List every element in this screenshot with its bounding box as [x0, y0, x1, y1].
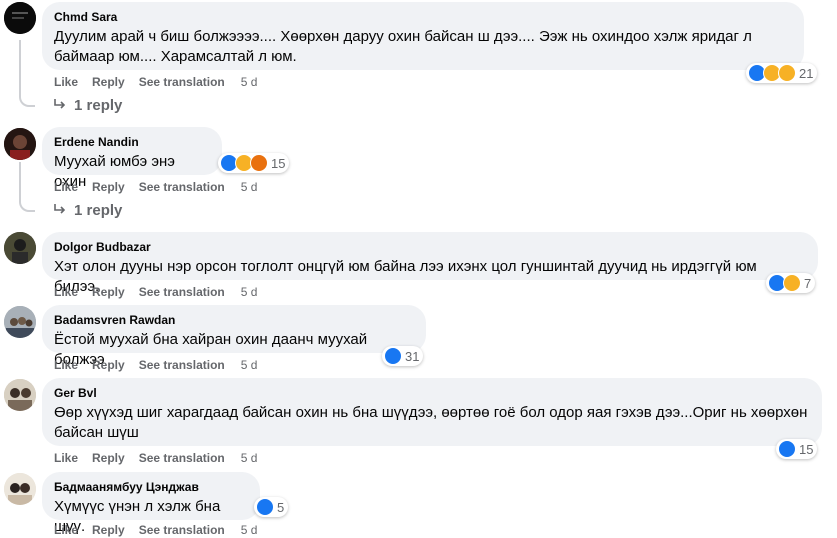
- reply-arrow-icon: [54, 97, 66, 114]
- reply-count: 1 reply: [74, 202, 123, 219]
- timestamp[interactable]: 5 d: [241, 179, 258, 195]
- reply-arrow-icon: [54, 202, 66, 219]
- comment-actions: Like Reply See translation 5 d: [54, 74, 257, 90]
- reply-count: 1 reply: [74, 97, 123, 114]
- like-reaction-icon: [778, 440, 796, 458]
- comment-bubble: Erdene Nandin Муухай юмбэ энэ охин: [42, 127, 222, 190]
- reaction-count: 31: [405, 348, 420, 364]
- timestamp[interactable]: 5 d: [241, 357, 258, 373]
- reaction-summary[interactable]: 21: [746, 63, 818, 83]
- comment-author[interactable]: Badamsvren Rawdan: [54, 312, 414, 328]
- comment-author[interactable]: Бадмаанямбуу Цэнджав: [54, 479, 248, 495]
- timestamp[interactable]: 5 d: [241, 284, 258, 300]
- reaction-count: 21: [799, 65, 814, 81]
- avatar[interactable]: [4, 2, 36, 34]
- wow-reaction-icon: [778, 64, 796, 82]
- comment-actions: Like Reply See translation 5 d: [54, 450, 257, 466]
- comment-text: Өөр хүүхэд шиг харагдаад байсан охин нь …: [54, 404, 808, 441]
- reaction-summary[interactable]: 7: [766, 273, 816, 293]
- reaction-summary[interactable]: 5: [254, 497, 289, 517]
- see-translation-button[interactable]: See translation: [139, 522, 225, 538]
- reply-button[interactable]: Reply: [92, 357, 125, 373]
- avatar[interactable]: [4, 232, 36, 264]
- avatar[interactable]: [4, 379, 36, 411]
- comment-text: Дуулим арай ч биш болжээээ.... Хөөрхөн д…: [54, 28, 752, 65]
- timestamp[interactable]: 5 d: [241, 522, 258, 538]
- reply-button[interactable]: Reply: [92, 450, 125, 466]
- like-reaction-icon: [256, 498, 274, 516]
- comment-actions: Like Reply See translation 5 d: [54, 179, 257, 195]
- avatar[interactable]: [4, 473, 36, 505]
- reply-button[interactable]: Reply: [92, 284, 125, 300]
- reaction-summary[interactable]: 15: [776, 439, 818, 459]
- like-button[interactable]: Like: [54, 357, 78, 373]
- reply-button[interactable]: Reply: [92, 179, 125, 195]
- thread-line: [19, 40, 21, 95]
- reaction-count: 5: [277, 499, 285, 515]
- see-translation-button[interactable]: See translation: [139, 450, 225, 466]
- comment-author[interactable]: Erdene Nandin: [54, 134, 210, 150]
- avatar[interactable]: [4, 128, 36, 160]
- timestamp[interactable]: 5 d: [241, 74, 258, 90]
- comment-author[interactable]: Dolgor Budbazar: [54, 239, 806, 255]
- comment-bubble: Ger Bvl Өөр хүүхэд шиг харагдаад байсан …: [42, 378, 822, 446]
- thread-curve: [19, 196, 35, 212]
- wow-reaction-icon: [783, 274, 801, 292]
- comment-bubble: Dolgor Budbazar Хэт олон дууны нэр орсон…: [42, 232, 818, 295]
- see-translation-button[interactable]: See translation: [139, 284, 225, 300]
- comment-bubble: Chmd Sara Дуулим арай ч биш болжээээ....…: [42, 2, 804, 70]
- like-button[interactable]: Like: [54, 284, 78, 300]
- see-translation-button[interactable]: See translation: [139, 74, 225, 90]
- comment-author[interactable]: Ger Bvl: [54, 385, 810, 401]
- reaction-summary[interactable]: 31: [382, 346, 424, 366]
- reply-button[interactable]: Reply: [92, 522, 125, 538]
- comment-actions: Like Reply See translation 5 d: [54, 357, 257, 373]
- comment-author[interactable]: Chmd Sara: [54, 9, 792, 25]
- like-reaction-icon: [384, 347, 402, 365]
- like-button[interactable]: Like: [54, 179, 78, 195]
- reaction-count: 7: [804, 275, 812, 291]
- timestamp[interactable]: 5 d: [241, 450, 258, 466]
- avatar[interactable]: [4, 306, 36, 338]
- comment-bubble: Бадмаанямбуу Цэнджав Хүмүүс үнэн л хэлж …: [42, 472, 260, 535]
- reaction-summary[interactable]: 15: [218, 153, 290, 173]
- see-translation-button[interactable]: See translation: [139, 179, 225, 195]
- comment-bubble: Badamsvren Rawdan Ёстой муухай бна хайра…: [42, 305, 426, 368]
- reaction-count: 15: [799, 441, 814, 457]
- view-replies-link[interactable]: 1 reply: [54, 202, 122, 219]
- like-button[interactable]: Like: [54, 74, 78, 90]
- comment-actions: Like Reply See translation 5 d: [54, 522, 257, 538]
- thread-line: [19, 162, 21, 200]
- reply-button[interactable]: Reply: [92, 74, 125, 90]
- see-translation-button[interactable]: See translation: [139, 357, 225, 373]
- comment-actions: Like Reply See translation 5 d: [54, 284, 257, 300]
- angry-reaction-icon: [250, 154, 268, 172]
- reaction-count: 15: [271, 155, 286, 171]
- like-button[interactable]: Like: [54, 522, 78, 538]
- thread-curve: [19, 91, 35, 107]
- view-replies-link[interactable]: 1 reply: [54, 97, 122, 114]
- like-button[interactable]: Like: [54, 450, 78, 466]
